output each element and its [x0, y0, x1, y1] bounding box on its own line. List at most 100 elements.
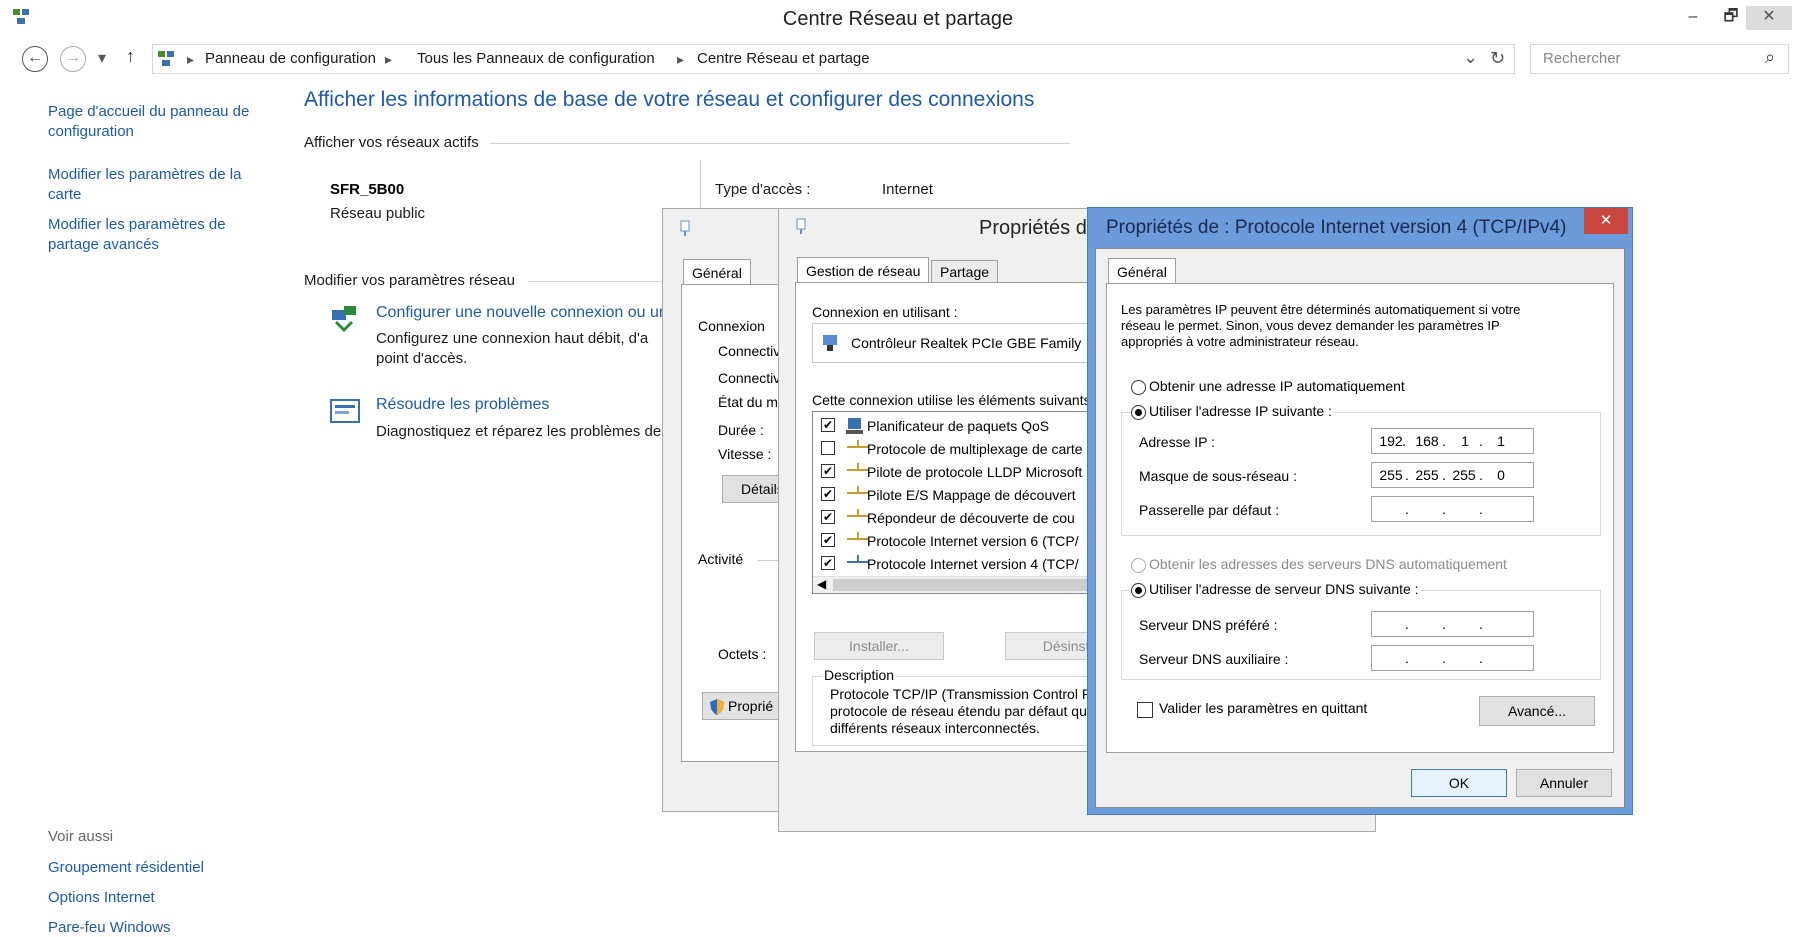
- auto-ip-label[interactable]: Obtenir une adresse IP automatiquement: [1149, 378, 1405, 394]
- manual-dns-radio[interactable]: [1131, 583, 1146, 598]
- tab-network[interactable]: Gestion de réseau: [797, 257, 930, 283]
- search-input[interactable]: Rechercher: [1543, 50, 1621, 67]
- see-also-homegroup[interactable]: Groupement résidentiel: [48, 858, 204, 878]
- auto-ip-radio[interactable]: [1131, 380, 1146, 395]
- network-adapter-icon: [823, 335, 837, 351]
- ip-address-field[interactable]: 192 . 168 . 1 . 1: [1371, 428, 1534, 454]
- components-label: Cette connexion utilise les éléments sui…: [812, 392, 1091, 408]
- subnet-mask-label: Masque de sous-réseau :: [1139, 468, 1297, 484]
- gateway-field[interactable]: . . .: [1371, 496, 1534, 522]
- protocol-icon: ━┻━: [847, 555, 869, 569]
- ip-dot: .: [1479, 433, 1483, 449]
- tab-general-status[interactable]: Général: [683, 259, 751, 285]
- see-also-firewall[interactable]: Pare-feu Windows: [48, 918, 171, 937]
- see-also-internet-options[interactable]: Options Internet: [48, 888, 155, 908]
- address-bar[interactable]: ▸ Panneau de configuration ▸ Tous les Pa…: [152, 44, 1515, 74]
- ipv4-close-button[interactable]: ✕: [1584, 208, 1628, 234]
- description-text: différents réseaux interconnectés.: [830, 720, 1040, 736]
- back-button[interactable]: ←: [22, 46, 48, 72]
- cancel-button[interactable]: Annuler: [1516, 769, 1612, 797]
- install-button[interactable]: Installer...: [814, 632, 944, 660]
- ipv4-intro: appropriés à votre administrateur réseau…: [1121, 334, 1359, 349]
- maximize-button[interactable]: 🗗: [1714, 6, 1748, 30]
- breadcrumb-sep: ▸: [187, 51, 195, 67]
- properties-label: Proprié: [728, 698, 774, 714]
- manual-dns-label[interactable]: Utiliser l'adresse de serveur DNS suivan…: [1147, 581, 1421, 597]
- manual-ip-label[interactable]: Utiliser l'adresse IP suivante :: [1147, 403, 1334, 419]
- ip-octet[interactable]: 168: [1412, 433, 1442, 449]
- setup-connection-link[interactable]: Configurer une nouvelle connexion ou ur: [376, 304, 664, 322]
- item-checkbox[interactable]: ✔: [821, 418, 835, 432]
- network-dialog-icon: [680, 220, 690, 236]
- close-button[interactable]: ✕: [1746, 6, 1792, 30]
- search-box[interactable]: Rechercher ⌕: [1530, 44, 1789, 74]
- description-text: protocole de réseau étendu par défaut qu: [830, 703, 1087, 719]
- troubleshoot-link[interactable]: Résoudre les problèmes: [376, 396, 549, 414]
- alternate-dns-field[interactable]: . . .: [1371, 645, 1534, 671]
- forward-button[interactable]: →: [60, 46, 86, 72]
- item-label: Protocole Internet version 6 (TCP/: [867, 533, 1079, 549]
- sidebar-link-adapter[interactable]: Modifier les paramètres de la: [48, 165, 241, 185]
- sidebar-link-sharing-2[interactable]: partage avancés: [48, 235, 159, 255]
- adapter-name: Contrôleur Realtek PCIe GBE Family: [851, 335, 1082, 351]
- protocol-icon: ━┻━: [847, 440, 869, 454]
- breadcrumb-control-panel[interactable]: Panneau de configuration: [205, 50, 376, 67]
- tab-sharing[interactable]: Partage: [931, 260, 999, 283]
- item-label: Planificateur de paquets QoS: [867, 418, 1050, 434]
- breadcrumb-network-center[interactable]: Centre Réseau et partage: [697, 50, 870, 67]
- subnet-mask-field[interactable]: 255 . 255 . 255 . 0: [1371, 462, 1534, 488]
- auto-dns-label[interactable]: Obtenir les adresses des serveurs DNS au…: [1149, 556, 1507, 572]
- mask-octet[interactable]: 255: [1449, 467, 1479, 483]
- item-checkbox[interactable]: ✔: [821, 556, 835, 570]
- item-label: Pilote de protocole LLDP Microsoft: [867, 464, 1083, 480]
- ipv4-intro: réseau le permet. Sinon, vous devez dema…: [1121, 318, 1500, 333]
- window-title: Centre Réseau et partage: [782, 8, 1014, 30]
- validate-checkbox[interactable]: [1137, 702, 1153, 718]
- item-checkbox[interactable]: ✔: [821, 464, 835, 478]
- validate-label[interactable]: Valider les paramètres en quittant: [1159, 700, 1367, 716]
- status-row: Connectiv: [718, 370, 781, 386]
- minimize-button[interactable]: –: [1676, 6, 1710, 30]
- up-button[interactable]: ↑: [126, 46, 135, 67]
- refresh-icon[interactable]: ↻: [1490, 48, 1505, 69]
- sidebar-link-adapter-2[interactable]: carte: [48, 185, 81, 205]
- ip-dot: .: [1405, 616, 1409, 632]
- ip-address-label: Adresse IP :: [1139, 434, 1216, 450]
- tab-general-ipv4[interactable]: Général: [1108, 258, 1176, 284]
- title-bar: Centre Réseau et partage – 🗗 ✕: [0, 0, 1796, 40]
- breadcrumb-sep: ▸: [677, 51, 685, 67]
- sidebar-link-home-2[interactable]: configuration: [48, 122, 134, 142]
- breadcrumb-sep: ▸: [385, 51, 393, 67]
- ok-button[interactable]: OK: [1411, 769, 1507, 797]
- gateway-label: Passerelle par défaut :: [1139, 502, 1280, 518]
- item-checkbox[interactable]: ✔: [821, 533, 835, 547]
- network-type[interactable]: Réseau public: [330, 205, 425, 222]
- scroll-left-icon[interactable]: ◀: [817, 577, 826, 591]
- setup-connection-desc: Configurez une connexion haut débit, d'a: [376, 330, 649, 347]
- ip-octet[interactable]: 1: [1486, 433, 1516, 449]
- recent-pages-dropdown[interactable]: ▾: [98, 48, 106, 68]
- mask-octet[interactable]: 0: [1486, 467, 1516, 483]
- ipv4-dialog-title: Propriétés de : Protocole Internet versi…: [1106, 217, 1567, 238]
- active-networks-heading: Afficher vos réseaux actifs: [304, 134, 479, 151]
- sidebar-link-home[interactable]: Page d'accueil du panneau de: [48, 102, 249, 122]
- octets-label: Octets :: [718, 646, 767, 662]
- connexion-label: Connexion: [698, 318, 765, 334]
- manual-ip-radio[interactable]: [1131, 405, 1146, 420]
- mask-octet[interactable]: 255: [1412, 467, 1442, 483]
- sidebar-link-sharing[interactable]: Modifier les paramètres de: [48, 215, 226, 235]
- item-checkbox[interactable]: ✔: [821, 487, 835, 501]
- item-checkbox[interactable]: ✔: [821, 510, 835, 524]
- item-checkbox[interactable]: [821, 441, 835, 455]
- auto-dns-radio[interactable]: [1131, 558, 1146, 573]
- history-dropdown-icon[interactable]: ⌄: [1463, 47, 1478, 68]
- ip-dot: .: [1479, 501, 1483, 517]
- advanced-button[interactable]: Avancé...: [1479, 696, 1595, 726]
- item-label: Pilote E/S Mappage de découvert: [867, 487, 1076, 503]
- ip-dot: .: [1442, 467, 1446, 483]
- breadcrumb-all-panels[interactable]: Tous les Panneaux de configuration: [417, 50, 655, 67]
- preferred-dns-label: Serveur DNS préféré :: [1139, 617, 1278, 633]
- network-dialog-icon: [796, 218, 806, 234]
- search-icon[interactable]: ⌕: [1765, 47, 1775, 68]
- preferred-dns-field[interactable]: . . .: [1371, 611, 1534, 637]
